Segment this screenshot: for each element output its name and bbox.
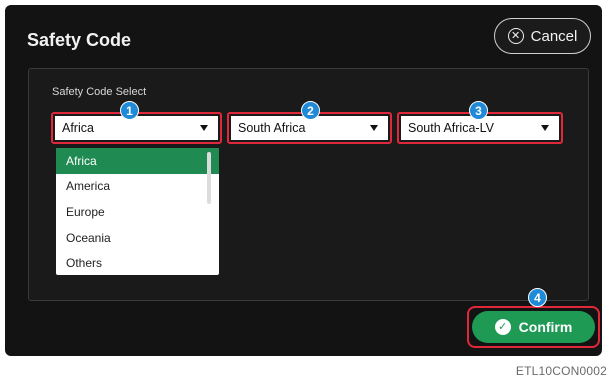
confirm-button[interactable]: ✓ Confirm (472, 311, 595, 343)
check-circle-icon: ✓ (494, 319, 511, 335)
step-badge-3: 3 (469, 101, 488, 120)
country-select-value: South Africa (238, 121, 306, 135)
region-select-value: Africa (62, 121, 94, 135)
dropdown-option-africa[interactable]: Africa (56, 148, 219, 174)
confirm-label: Confirm (518, 319, 573, 335)
dropdown-scrollbar[interactable] (207, 152, 211, 204)
step-badge-2: 2 (301, 101, 320, 120)
chevron-down-icon (370, 125, 378, 131)
dialog-title: Safety Code (27, 30, 132, 50)
region-select[interactable]: Africa (55, 116, 218, 140)
image-code: ETL10CON0002 (515, 364, 607, 378)
dropdown-option-america[interactable]: America (56, 174, 219, 200)
dropdown-option-others[interactable]: Others (56, 250, 219, 275)
cancel-button[interactable]: ✕ Cancel (494, 18, 591, 54)
safety-code-select-label: Safety Code Select (52, 86, 147, 98)
standard-select-value: South Africa-LV (408, 121, 494, 135)
chevron-down-icon (541, 125, 549, 131)
dropdown-option-europe[interactable]: Europe (56, 199, 219, 225)
chevron-down-icon (200, 125, 208, 131)
step-badge-1: 1 (120, 101, 139, 120)
region-dropdown-list: Africa America Europe Oceania Others (56, 148, 219, 275)
confirm-highlight: ✓ Confirm (467, 306, 600, 348)
close-circle-icon: ✕ (507, 28, 524, 44)
step-badge-4: 4 (528, 288, 547, 307)
cancel-label: Cancel (530, 27, 578, 45)
dropdown-option-oceania[interactable]: Oceania (56, 225, 219, 251)
